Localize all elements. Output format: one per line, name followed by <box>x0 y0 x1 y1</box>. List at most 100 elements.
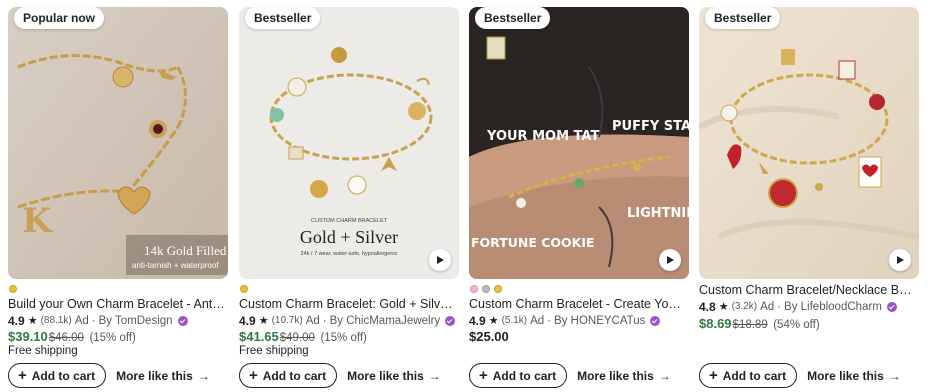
overlay-label-fortune-cookie: FORTUNE COOKIE <box>471 235 595 250</box>
review-count: (5.1k) <box>501 315 528 326</box>
arrow-right-icon: → <box>428 368 441 383</box>
star-seller-icon <box>177 316 188 326</box>
plus-icon: + <box>479 367 488 384</box>
color-swatches <box>240 285 248 293</box>
more-like-this-link[interactable]: More like this → <box>577 369 671 383</box>
listing-meta: 4.9 ★ (88.1k) Ad · By TomDesign <box>8 314 188 328</box>
more-like-this-link[interactable]: More like this → <box>116 369 210 383</box>
star-icon: ★ <box>488 315 499 327</box>
star-seller-icon <box>445 316 456 326</box>
badge-bestseller: Bestseller <box>475 7 551 29</box>
plus-icon: + <box>249 367 258 384</box>
card-actions: + Add to cart More like this → <box>469 363 671 388</box>
free-shipping-label: Free shipping <box>8 345 78 357</box>
more-like-this-link[interactable]: More like this → <box>807 369 901 383</box>
rating-value: 4.8 <box>699 300 716 314</box>
overlay-text-line2: anti-tarnish + waterproof <box>132 261 219 270</box>
listing-card[interactable]: Bestseller Custom Charm Bracelet/Necklac… <box>699 0 919 392</box>
play-video-button[interactable] <box>429 249 451 271</box>
discount-label: (15% off) <box>89 332 136 344</box>
listing-title[interactable]: Build your Own Charm Bracelet - Anti-Tar… <box>8 297 226 312</box>
listing-card[interactable]: K 14k Gold Filled anti-tarnish + waterpr… <box>8 0 228 392</box>
add-to-cart-button[interactable]: + Add to cart <box>239 363 338 388</box>
play-video-button[interactable] <box>659 249 681 271</box>
ad-label: Ad <box>305 315 320 327</box>
swatch-gold <box>240 285 248 293</box>
rating-value: 4.9 <box>8 314 25 328</box>
separator-dot: · <box>91 315 96 327</box>
listing-title[interactable]: Custom Charm Bracelet/Necklace Build You… <box>699 283 917 298</box>
separator-dot: · <box>547 315 552 327</box>
seller-name[interactable]: By LifebloodCharm <box>784 300 882 314</box>
overlay-subline: 24k / 7 wear, water-safe, hypoallergenic <box>301 251 398 257</box>
plus-icon: + <box>18 367 27 384</box>
arrow-right-icon: → <box>197 368 210 383</box>
original-price: $49.00 <box>279 332 315 344</box>
review-count: (10.7k) <box>271 315 303 326</box>
bracelet-photo: K 14k Gold Filled anti-tarnish + waterpr… <box>8 7 228 279</box>
bracelet-photo: YOUR MOM TAT PUFFY STAR LIGHTNING FORTUN… <box>469 7 689 279</box>
bracelet-photo <box>699 7 919 279</box>
discount-label: (54% off) <box>773 319 820 331</box>
add-to-cart-button[interactable]: + Add to cart <box>469 363 568 388</box>
listing-image[interactable]: CUSTOM CHARM BRACELET Gold + Silver 24k … <box>239 7 459 279</box>
play-video-button[interactable] <box>889 249 911 271</box>
add-to-cart-button[interactable]: + Add to cart <box>8 363 107 388</box>
seller-name[interactable]: By HONEYCATus <box>554 314 645 328</box>
card-actions: + Add to cart More like this → <box>699 363 901 388</box>
swatch-rose <box>470 285 478 293</box>
star-icon: ★ <box>27 315 38 327</box>
discount-label: (15% off) <box>320 332 367 344</box>
plus-icon: + <box>709 367 718 384</box>
swatch-gold <box>494 285 502 293</box>
star-seller-icon <box>886 302 897 312</box>
price-row: $41.65$49.00 (15% off) <box>239 329 367 346</box>
ad-label: Ad <box>760 301 775 313</box>
listing-image[interactable]: YOUR MOM TAT PUFFY STAR LIGHTNING FORTUN… <box>469 7 689 279</box>
overlay-caption: CUSTOM CHARM BRACELET <box>311 218 388 224</box>
ad-label: Ad <box>530 315 545 327</box>
add-to-cart-label: Add to cart <box>262 368 327 383</box>
listing-title[interactable]: Custom Charm Bracelet: Gold + Silver, Wa… <box>239 297 457 312</box>
listing-image[interactable]: K 14k Gold Filled anti-tarnish + waterpr… <box>8 7 228 279</box>
overlay-label-puffy-star: PUFFY STAR <box>612 119 689 134</box>
seller-name[interactable]: By TomDesign <box>99 314 173 328</box>
seller-name[interactable]: By ChicMamaJewelry <box>330 314 441 328</box>
badge-bestseller: Bestseller <box>705 7 781 29</box>
ad-label: Ad <box>74 315 89 327</box>
card-actions: + Add to cart More like this → <box>239 363 441 388</box>
more-like-this-label: More like this <box>116 368 193 383</box>
listing-image[interactable] <box>699 7 919 279</box>
more-like-this-label: More like this <box>347 368 424 383</box>
rating-value: 4.9 <box>239 314 256 328</box>
arrow-right-icon: → <box>888 368 901 383</box>
free-shipping-label: Free shipping <box>239 345 309 357</box>
rating-value: 4.9 <box>469 314 486 328</box>
add-to-cart-label: Add to cart <box>31 368 96 383</box>
add-to-cart-button[interactable]: + Add to cart <box>699 363 798 388</box>
listing-card[interactable]: CUSTOM CHARM BRACELET Gold + Silver 24k … <box>239 0 459 392</box>
star-seller-icon <box>650 316 661 326</box>
listing-title[interactable]: Custom Charm Bracelet - Create Your Own … <box>469 297 687 312</box>
review-count: (88.1k) <box>40 315 72 326</box>
add-to-cart-label: Add to cart <box>492 368 557 383</box>
badge-bestseller: Bestseller <box>245 7 321 29</box>
swatch-silver <box>482 285 490 293</box>
more-like-this-label: More like this <box>807 368 884 383</box>
sale-price: $8.69 <box>699 316 732 331</box>
arrow-right-icon: → <box>658 368 671 383</box>
price-row: $25.00 <box>469 329 509 345</box>
overlay-headline: Gold + Silver <box>300 227 398 247</box>
more-like-this-label: More like this <box>577 368 654 383</box>
swatch-gold <box>9 285 17 293</box>
price: $25.00 <box>469 329 509 344</box>
listing-meta: 4.8 ★ (3.2k) Ad · By LifebloodCharm <box>699 300 897 314</box>
listing-card[interactable]: YOUR MOM TAT PUFFY STAR LIGHTNING FORTUN… <box>469 0 689 392</box>
play-icon <box>897 256 904 264</box>
price-row: $8.69$18.89 (54% off) <box>699 316 820 333</box>
original-price: $46.00 <box>48 332 84 344</box>
overlay-text-line1: 14k Gold Filled <box>144 243 227 258</box>
more-like-this-link[interactable]: More like this → <box>347 369 441 383</box>
color-swatches <box>470 285 502 293</box>
separator-dot: · <box>322 315 327 327</box>
